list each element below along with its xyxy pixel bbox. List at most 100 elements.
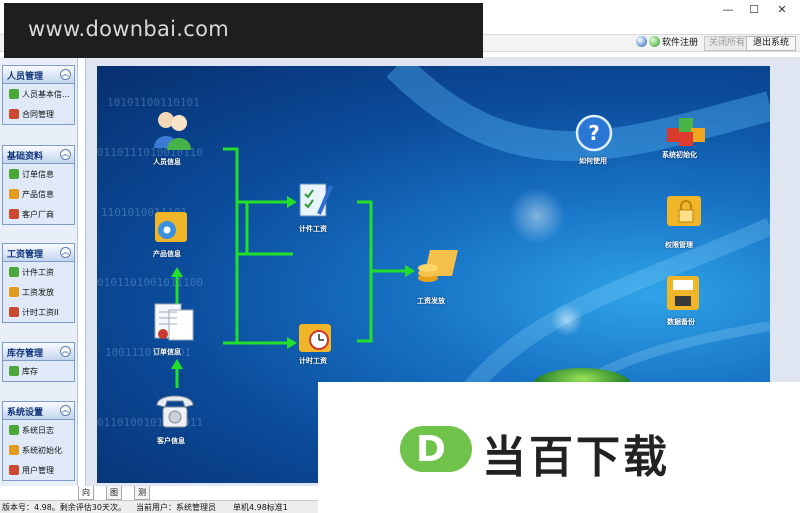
nav-group-wage: 工资管理 ︽ 计件工资 工资发放 计时工资II <box>2 243 75 323</box>
nav-group-title: 人员管理 <box>7 72 44 82</box>
checklist-pen-icon <box>299 183 333 217</box>
minimize-button[interactable]: — <box>714 0 742 20</box>
user-icon <box>9 89 19 99</box>
nav-group-header[interactable]: 人员管理 ︽ <box>3 66 74 84</box>
nav-group-header[interactable]: 系统设置 ︽ <box>3 402 74 420</box>
collapse-icon[interactable]: ︽ <box>60 69 71 80</box>
svg-text:?: ? <box>588 121 600 145</box>
collapse-icon[interactable]: ︽ <box>60 405 71 416</box>
ad-text: 当百下载 <box>482 432 670 483</box>
product-icon <box>9 189 19 199</box>
nav-group-system: 系统设置 ︽ 系统日志 系统初始化 用户管理 <box>2 401 75 481</box>
sidebar-item-product[interactable]: 产品信息 <box>3 184 74 204</box>
logo-letter: D <box>416 429 446 470</box>
order-info-node[interactable] <box>149 302 197 349</box>
permission-node[interactable] <box>665 190 705 233</box>
clock-folder-icon <box>299 324 331 352</box>
ad-overlay: D 当百下载 <box>318 382 800 513</box>
sidebar-item-order[interactable]: 订单信息 <box>3 164 74 184</box>
tab-test-mode[interactable]: 测试模式 <box>134 486 150 510</box>
help-node[interactable]: ? <box>575 114 613 155</box>
sidebar-item-time-wage[interactable]: 计时工资II <box>3 302 74 322</box>
watermark-text: www.downbai.com <box>28 17 229 41</box>
sidebar-item-inventory[interactable]: 库存 <box>3 361 74 381</box>
system-init-node[interactable] <box>665 112 707 151</box>
sidebar-item-label: 产品信息 <box>22 190 54 199</box>
nav-group-inventory: 库存管理 ︽ 库存 <box>2 342 75 382</box>
telephone-icon <box>156 395 194 428</box>
close-button[interactable]: ✕ <box>768 0 796 20</box>
tab-icons[interactable]: 图标 <box>106 486 122 510</box>
sidebar-item-customer[interactable]: 客户厂商 <box>3 204 74 224</box>
maximize-button[interactable]: ☐ <box>740 0 768 20</box>
sidebar-item-label: 用户管理 <box>22 466 54 475</box>
sidebar-item-system-init[interactable]: 系统初始化 <box>3 440 74 460</box>
nav-group-title: 系统设置 <box>7 408 44 418</box>
system-init-label: 系统初始化 <box>662 151 697 159</box>
time-wage-label: 计时工资 <box>299 357 327 365</box>
register-button[interactable]: 软件注册 <box>636 36 698 51</box>
customer-info-label: 客户信息 <box>157 437 185 445</box>
sidebar-item-label: 库存 <box>22 367 38 376</box>
nav-group-header[interactable]: 工资管理 ︽ <box>3 244 74 262</box>
product-info-label: 产品信息 <box>153 250 181 258</box>
nav-group-title: 基础资料 <box>7 152 44 162</box>
help-label: 如何使用 <box>579 157 607 165</box>
piece-wage-label: 计件工资 <box>299 225 327 233</box>
personnel-info-label: 人员信息 <box>153 158 181 166</box>
status-user: 当前用户：系统管理员 <box>136 503 216 512</box>
sidebar-item-label: 客户厂商 <box>22 210 54 219</box>
customer-icon <box>9 209 19 219</box>
time-wage-node[interactable] <box>297 320 333 359</box>
collapse-icon[interactable]: ︽ <box>60 247 71 258</box>
site-logo-icon: D <box>400 426 472 472</box>
sidebar-item-label: 工资发放 <box>22 288 54 297</box>
permission-label: 权限管理 <box>665 241 693 249</box>
order-info-label: 订单信息 <box>153 348 181 356</box>
cubes-icon <box>667 118 705 146</box>
sidebar-item-label: 系统初始化 <box>22 446 62 455</box>
nav-group-header[interactable]: 基础资料 ︽ <box>3 146 74 164</box>
payroll-node[interactable] <box>416 246 460 289</box>
sidebar-item-system-log[interactable]: 系统日志 <box>3 420 74 440</box>
sidebar-item-piece-wage[interactable]: 计件工资 <box>3 262 74 282</box>
nav-group-personnel: 人员管理 ︽ 人员基本信... 合同管理 <box>2 65 75 125</box>
product-info-node[interactable] <box>151 206 191 249</box>
watermark-overlay: www.downbai.com <box>4 3 483 58</box>
sidebar-item-user-management[interactable]: 用户管理 <box>3 460 74 480</box>
register-label: 软件注册 <box>662 38 699 48</box>
sidebar-item-label: 人员基本信... <box>22 90 70 99</box>
shield-icon <box>649 36 660 47</box>
sidebar-item-contract[interactable]: 合同管理 <box>3 104 74 124</box>
sidebar-item-personnel-info[interactable]: 人员基本信... <box>3 84 74 104</box>
payroll-label: 工资发放 <box>417 297 445 305</box>
close-all-button[interactable]: 关闭所有 <box>704 36 751 51</box>
sidebar: 人员管理 ︽ 人员基本信... 合同管理 基础资料 ︽ 订单信息 产品信息 客户… <box>0 57 78 486</box>
nav-group-header[interactable]: 库存管理 ︽ <box>3 343 74 361</box>
lock-folder-icon <box>667 196 701 226</box>
contract-icon <box>9 109 19 119</box>
backup-node[interactable] <box>665 272 703 315</box>
gear-folder-icon <box>155 212 187 242</box>
sidebar-item-label: 合同管理 <box>22 110 54 119</box>
tab-guide[interactable]: 向导 <box>78 486 94 510</box>
sidebar-item-payroll[interactable]: 工资发放 <box>3 282 74 302</box>
people-icon <box>154 112 191 150</box>
collapse-icon[interactable]: ︽ <box>60 149 71 160</box>
sidebar-item-label: 订单信息 <box>22 170 54 179</box>
nav-group-basic-data: 基础资料 ︽ 订单信息 产品信息 客户厂商 <box>2 145 75 225</box>
customer-info-node[interactable] <box>155 391 195 434</box>
question-icon: ? <box>575 114 613 152</box>
money-folder-icon <box>418 250 458 282</box>
document-icon <box>154 303 194 341</box>
collapse-icon[interactable]: ︽ <box>60 346 71 357</box>
log-icon <box>9 425 19 435</box>
nav-group-title: 库存管理 <box>7 349 44 359</box>
sidebar-item-label: 计时工资II <box>22 308 59 317</box>
personnel-info-node[interactable] <box>152 110 192 153</box>
payroll-icon <box>9 287 19 297</box>
floppy-disk-icon <box>667 276 699 310</box>
exit-system-button[interactable]: 退出系统 <box>746 36 797 51</box>
piece-wage-node[interactable] <box>297 180 333 223</box>
init-icon <box>9 445 19 455</box>
